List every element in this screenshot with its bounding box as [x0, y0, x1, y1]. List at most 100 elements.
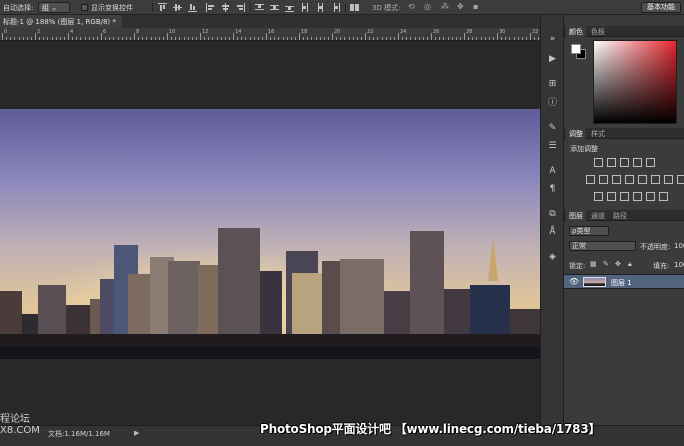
clone-source-icon[interactable]: ⧉ — [546, 208, 559, 221]
layer-kind-filter[interactable]: ρ类型 — [569, 226, 609, 236]
adjustment-icon[interactable] — [659, 192, 668, 201]
layer-row[interactable]: 👁︎ 图层 1 — [564, 274, 684, 289]
ruler-tick — [200, 33, 201, 40]
brush-icon[interactable]: ✎ — [546, 122, 559, 135]
adjustment-icon[interactable] — [625, 175, 634, 184]
opacity-label: 不透明度: — [640, 243, 671, 251]
ruler-tick — [398, 33, 399, 40]
panel-dock: » ▶ ⊞ ⓘ ✎ ☰ A ¶ ⧉ Å ◈ — [540, 15, 564, 425]
adjustment-icon[interactable] — [646, 158, 655, 167]
panels-column: 颜色 色板 调整 样式 添加调整 图层 通道 路径 ρ类型 正常 不透明度: 1… — [564, 15, 684, 425]
divider — [152, 3, 153, 12]
blend-mode-select[interactable]: 正常 — [569, 241, 636, 251]
tab-paths[interactable]: 路径 — [610, 210, 630, 221]
adjustment-icon[interactable] — [677, 175, 684, 184]
adjustment-icon[interactable] — [599, 175, 608, 184]
fill-label: 填充: — [653, 262, 670, 270]
ruler-label: 6 — [103, 29, 107, 35]
fill-input[interactable]: 100 — [674, 261, 684, 269]
divider — [250, 3, 251, 12]
document-image[interactable] — [0, 109, 540, 359]
ruler-tick — [233, 33, 234, 40]
adjustment-icon[interactable] — [607, 192, 616, 201]
color-panel-tabs: 颜色 色板 — [564, 26, 684, 37]
distribute-vcenter-icon[interactable] — [270, 3, 279, 12]
ruler-tick — [497, 33, 498, 40]
add-adjustment-title: 添加调整 — [570, 145, 598, 153]
foreground-color-swatch[interactable] — [571, 44, 581, 54]
adjustment-icon[interactable] — [638, 175, 647, 184]
adjustment-icon[interactable] — [633, 158, 642, 167]
eye-icon[interactable]: 👁︎ — [569, 277, 579, 286]
adjustment-icon[interactable] — [651, 175, 660, 184]
collapse-icon[interactable]: » — [546, 33, 559, 46]
color-spectrum-picker[interactable] — [593, 40, 677, 124]
tab-layers[interactable]: 图层 — [566, 210, 586, 221]
3d-scale-icon[interactable]: ▪ — [473, 2, 478, 11]
adjustment-icon[interactable] — [620, 192, 629, 201]
ruler-label: 28 — [466, 29, 473, 35]
3d-cube-icon[interactable]: ◈ — [546, 251, 559, 264]
lock-brush-icon[interactable]: ✎ — [603, 260, 609, 268]
history-icon[interactable]: ⊞ — [546, 78, 559, 91]
distribute-right-icon[interactable] — [331, 3, 340, 12]
info-icon[interactable]: ⓘ — [546, 97, 559, 110]
adjustment-icon[interactable] — [612, 175, 621, 184]
lock-label: 锁定: — [569, 262, 586, 270]
canvas-area[interactable] — [0, 41, 540, 425]
lock-all-icon[interactable]: 🔒︎ — [628, 260, 632, 269]
adjustment-icon[interactable] — [633, 192, 642, 201]
glyphs-icon[interactable]: Å — [546, 226, 559, 239]
adjustment-icon[interactable] — [594, 192, 603, 201]
3d-rotate-icon[interactable]: ⟲ — [408, 2, 415, 11]
3d-slide-icon[interactable]: ✥ — [457, 2, 464, 11]
distribute-left-icon[interactable] — [301, 3, 310, 12]
tab-channels[interactable]: 通道 — [588, 210, 608, 221]
options-bar: 自动选择: 组 ⌄ 显示变换控件 3D 模式: ⟲ ◎ ⁂ ✥ ▪ 基本功能 — [0, 0, 684, 15]
3d-roll-icon[interactable]: ◎ — [424, 2, 431, 11]
ruler-tick — [134, 33, 135, 40]
tab-color[interactable]: 颜色 — [566, 26, 586, 37]
show-transform-checkbox[interactable] — [81, 4, 88, 11]
distribute-hcenter-icon[interactable] — [316, 3, 325, 12]
layers-panel-tabs: 图层 通道 路径 — [564, 210, 684, 221]
ruler-tick — [530, 33, 531, 40]
adjustment-icon[interactable] — [646, 192, 655, 201]
adjustment-icon[interactable] — [607, 158, 616, 167]
align-bottom-icon[interactable] — [188, 3, 197, 12]
distribute-bottom-icon[interactable] — [285, 3, 294, 12]
ruler-label: 4 — [70, 29, 74, 35]
lock-pixels-icon[interactable]: ▦ — [590, 260, 597, 268]
3d-mode-label: 3D 模式: — [372, 4, 401, 12]
align-vcenter-icon[interactable] — [173, 3, 182, 12]
adjustment-icon[interactable] — [586, 175, 595, 184]
tab-styles[interactable]: 样式 — [588, 128, 608, 139]
distribute-top-icon[interactable] — [255, 3, 264, 12]
status-menu-arrow[interactable]: ▶ — [134, 429, 139, 437]
lock-move-icon[interactable]: ✥ — [615, 260, 621, 268]
align-right-icon[interactable] — [236, 3, 245, 12]
align-left-icon[interactable] — [206, 3, 215, 12]
auto-select-dropdown[interactable]: 组 ⌄ — [38, 2, 70, 13]
paragraph-icon[interactable]: ¶ — [546, 183, 559, 196]
tab-swatches[interactable]: 色板 — [588, 26, 608, 37]
document-tab-bar: 标题-1 @ 188% (图层 1, RGB/8) * — [0, 15, 540, 28]
3d-drag-icon[interactable]: ⁂ — [441, 2, 449, 11]
adjustment-icon[interactable] — [664, 175, 673, 184]
character-icon[interactable]: A — [546, 165, 559, 178]
adjustment-icon[interactable] — [620, 158, 629, 167]
workspace-button[interactable]: 基本功能 — [641, 2, 681, 13]
tab-adjustments[interactable]: 调整 — [566, 128, 586, 139]
opacity-input[interactable]: 100 — [674, 242, 684, 250]
play-icon[interactable]: ▶ — [546, 53, 559, 66]
tool-presets-icon[interactable]: ☰ — [546, 140, 559, 153]
document-tab[interactable]: 标题-1 @ 188% (图层 1, RGB/8) * — [0, 15, 122, 28]
align-hcenter-icon[interactable] — [221, 3, 230, 12]
adjustments-panel-tabs: 调整 样式 — [564, 128, 684, 139]
auto-align-icon[interactable] — [350, 3, 359, 12]
ruler-label: 32 — [532, 29, 539, 35]
adjustment-icon[interactable] — [594, 158, 603, 167]
ruler-label: 30 — [499, 29, 506, 35]
align-top-icon[interactable] — [158, 3, 167, 12]
layer-name[interactable]: 图层 1 — [611, 278, 632, 288]
